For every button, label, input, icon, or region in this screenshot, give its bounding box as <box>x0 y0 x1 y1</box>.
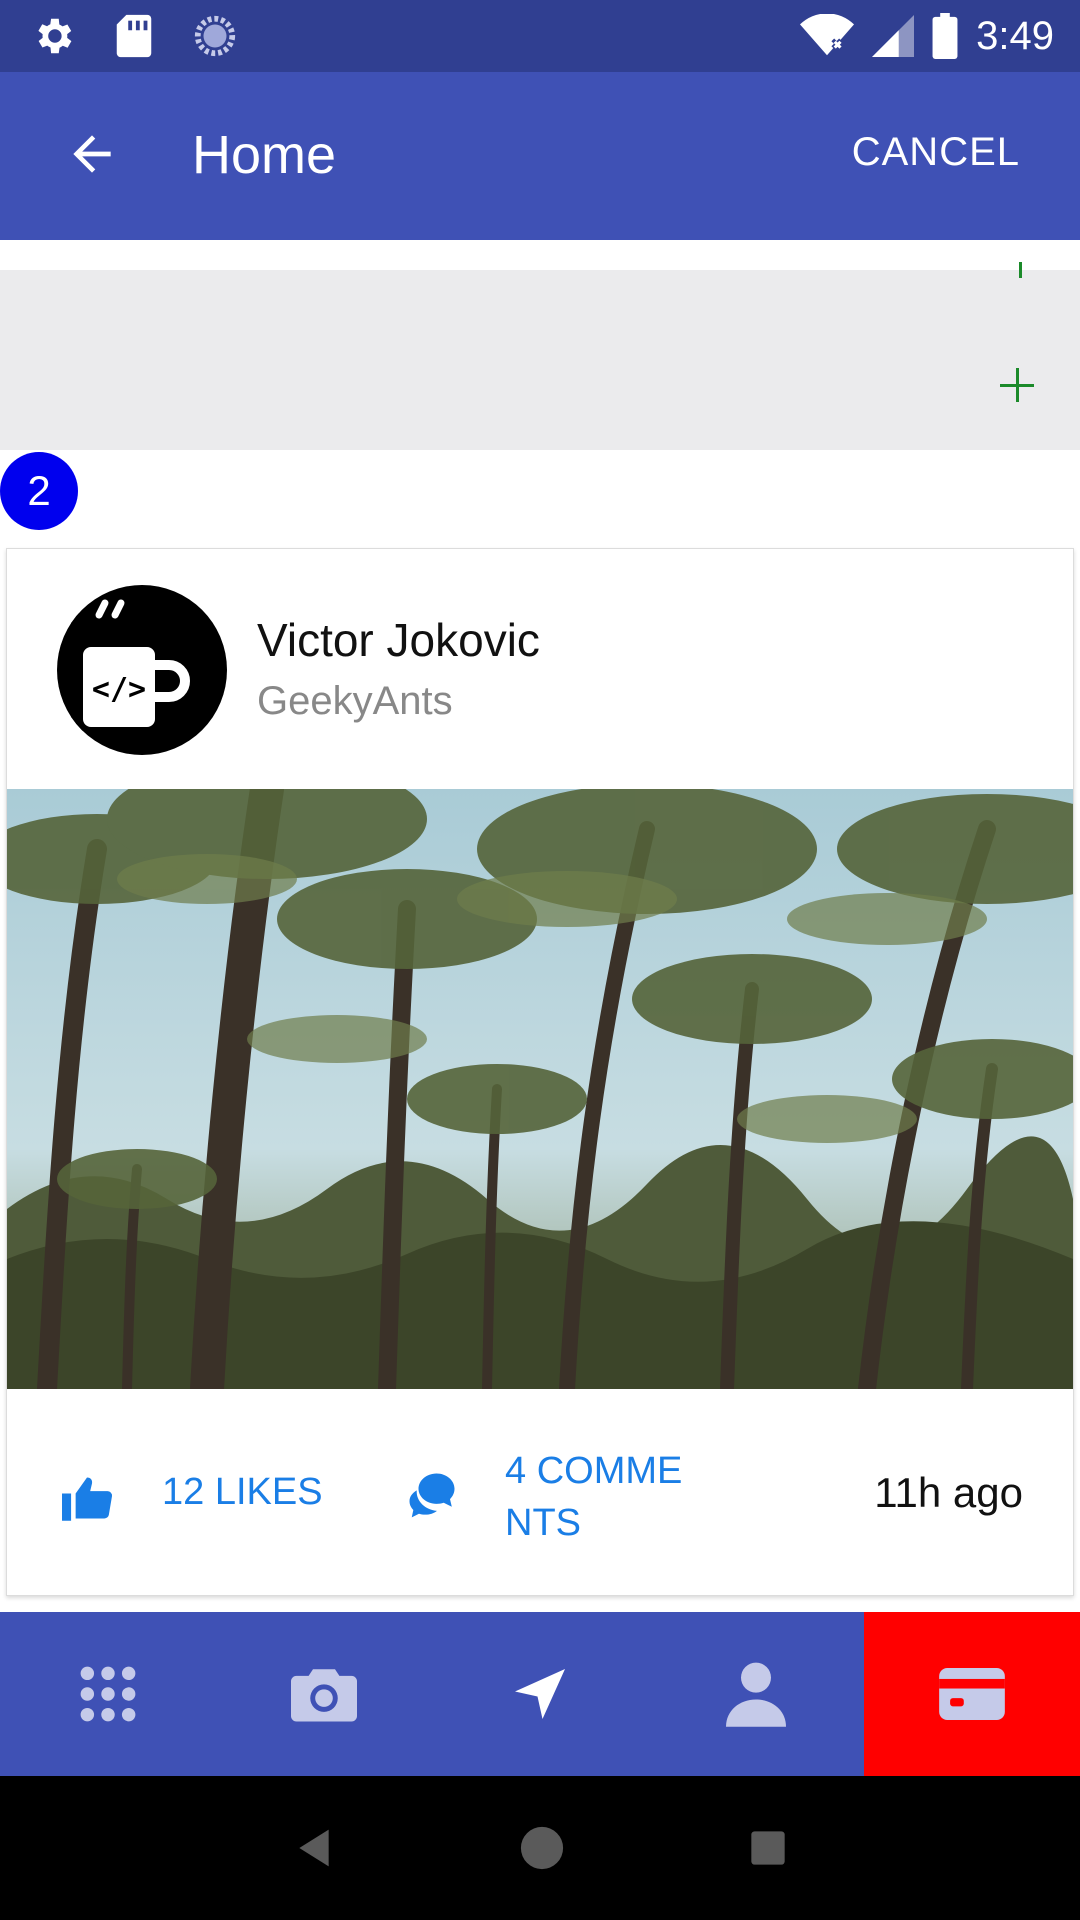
wifi-icon <box>800 14 855 56</box>
arrow-left-icon <box>73 135 111 173</box>
tab-navigate[interactable] <box>432 1612 648 1776</box>
status-right-icons: 3:49 <box>800 0 1054 72</box>
person-icon <box>726 1662 786 1727</box>
svg-text:</>: </> <box>92 672 146 707</box>
status-left-icons <box>30 0 238 72</box>
avatar[interactable]: </> <box>57 585 227 755</box>
post-time: 11h ago <box>874 1469 1023 1516</box>
tab-person[interactable] <box>648 1612 864 1776</box>
home-circle-icon[interactable] <box>519 1825 565 1871</box>
thumbs-up-icon[interactable] <box>59 1473 115 1523</box>
count-badge: 2 <box>0 452 78 530</box>
tab-card[interactable] <box>864 1612 1080 1776</box>
post-image <box>7 789 1073 1389</box>
post-card: </> Victor Jokovic GeekyAnts 12 LIKES 4 … <box>6 548 1074 1596</box>
battery-icon <box>932 13 958 59</box>
card-footer: 12 LIKES 4 COMMENTS 11h ago <box>7 1389 1073 1595</box>
navigate-icon <box>515 1669 565 1719</box>
status-time: 3:49 <box>976 13 1054 58</box>
sd-card-icon <box>116 14 152 58</box>
palm-trees-image <box>7 789 1073 1389</box>
plus-icon[interactable] <box>1000 366 1040 406</box>
status-bar: 3:49 <box>0 0 1080 72</box>
back-button[interactable] <box>52 114 132 194</box>
settings-icon <box>38 18 72 54</box>
sync-icon <box>194 15 236 57</box>
signal-icon <box>872 15 915 57</box>
page-title: Home <box>192 125 337 185</box>
card-icon <box>939 1668 1005 1720</box>
system-nav-bar <box>0 1776 1080 1920</box>
back-triangle-icon[interactable] <box>292 1826 336 1870</box>
tab-apps[interactable] <box>0 1612 216 1776</box>
author-org: GeekyAnts <box>257 679 453 723</box>
recents-square-icon[interactable] <box>748 1828 788 1868</box>
camera-icon <box>291 1669 357 1722</box>
chatbubbles-icon[interactable] <box>405 1469 459 1523</box>
partial-plus-icon <box>1019 262 1022 278</box>
coffee-code-logo-icon: </> <box>71 599 201 731</box>
tab-camera[interactable] <box>216 1612 432 1776</box>
likes-button[interactable]: 12 LIKES <box>162 1471 323 1514</box>
content-divider <box>0 240 1080 270</box>
author-name: Victor Jokovic <box>257 614 540 666</box>
apps-grid-icon <box>80 1666 136 1722</box>
comments-button[interactable]: 4 COMMENTS <box>505 1445 705 1549</box>
app-bar: Home CANCEL <box>0 72 1080 240</box>
bottom-tab-bar <box>0 1612 1080 1776</box>
previous-item-panel <box>0 270 1080 450</box>
cancel-button[interactable]: CANCEL <box>852 130 1020 175</box>
